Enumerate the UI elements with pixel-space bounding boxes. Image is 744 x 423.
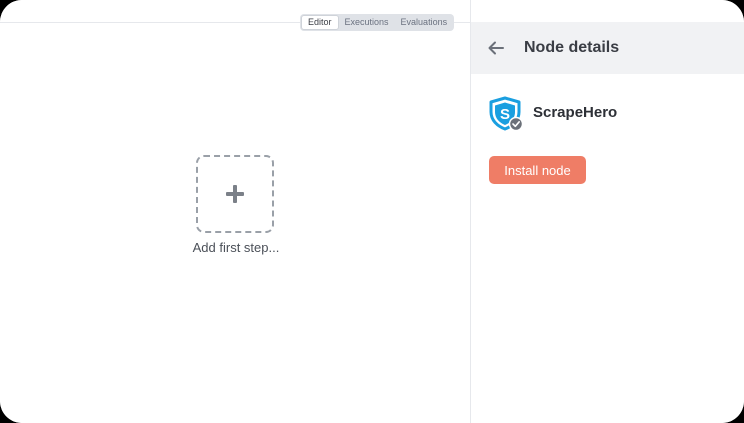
- plus-icon: [226, 185, 244, 203]
- arrow-left-icon[interactable]: [488, 41, 504, 55]
- scrapehero-shield-logo-icon: S: [489, 96, 524, 132]
- tab-executions[interactable]: Executions: [339, 15, 395, 30]
- tab-evaluations[interactable]: Evaluations: [395, 15, 454, 30]
- svg-text:S: S: [500, 106, 510, 123]
- install-node-button[interactable]: Install node: [489, 156, 586, 184]
- mode-tab-bar: Editor Executions Evaluations: [300, 14, 455, 31]
- panel-header: Node details: [471, 22, 744, 74]
- tab-editor[interactable]: Editor: [301, 15, 339, 30]
- add-first-step-label: Add first step...: [192, 240, 280, 255]
- node-details-panel: Node details S ScrapeHero Install node: [470, 0, 744, 423]
- panel-title: Node details: [524, 39, 620, 56]
- node-name: ScrapeHero: [533, 104, 618, 121]
- verified-check-icon: [508, 116, 524, 132]
- app-window: Editor Executions Evaluations Add first …: [0, 0, 744, 423]
- add-first-step-button[interactable]: [196, 155, 274, 233]
- workflow-canvas[interactable]: Editor Executions Evaluations Add first …: [0, 0, 470, 423]
